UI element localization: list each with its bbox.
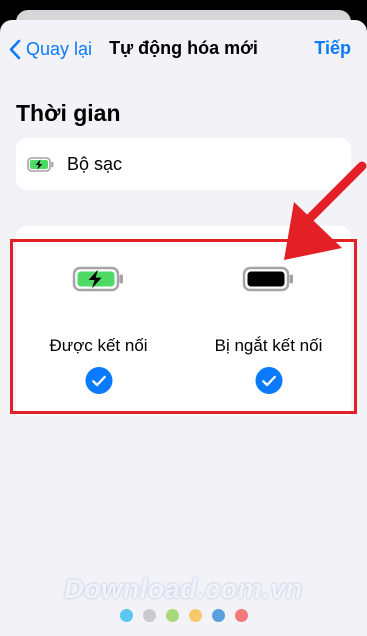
navigation-bar: Quay lại Tự động hóa mới Tiếp xyxy=(0,20,367,78)
watermark-dot xyxy=(142,609,156,622)
section-title: Thời gian xyxy=(16,100,121,126)
watermark-dot xyxy=(234,609,248,622)
watermark: Download.com.vn xyxy=(64,574,303,604)
page-title: Tự động hóa mới xyxy=(109,38,258,58)
watermark-dot xyxy=(119,609,133,622)
battery-charging-icon xyxy=(27,156,54,172)
next-button[interactable]: Tiếp xyxy=(314,38,351,59)
watermark-dots xyxy=(0,609,367,622)
arrow-annotation-icon xyxy=(284,161,367,260)
watermark-dot xyxy=(165,609,179,622)
watermark-dot xyxy=(211,609,225,622)
watermark-dot xyxy=(188,609,202,622)
trigger-label: Bộ sạc xyxy=(67,153,123,174)
